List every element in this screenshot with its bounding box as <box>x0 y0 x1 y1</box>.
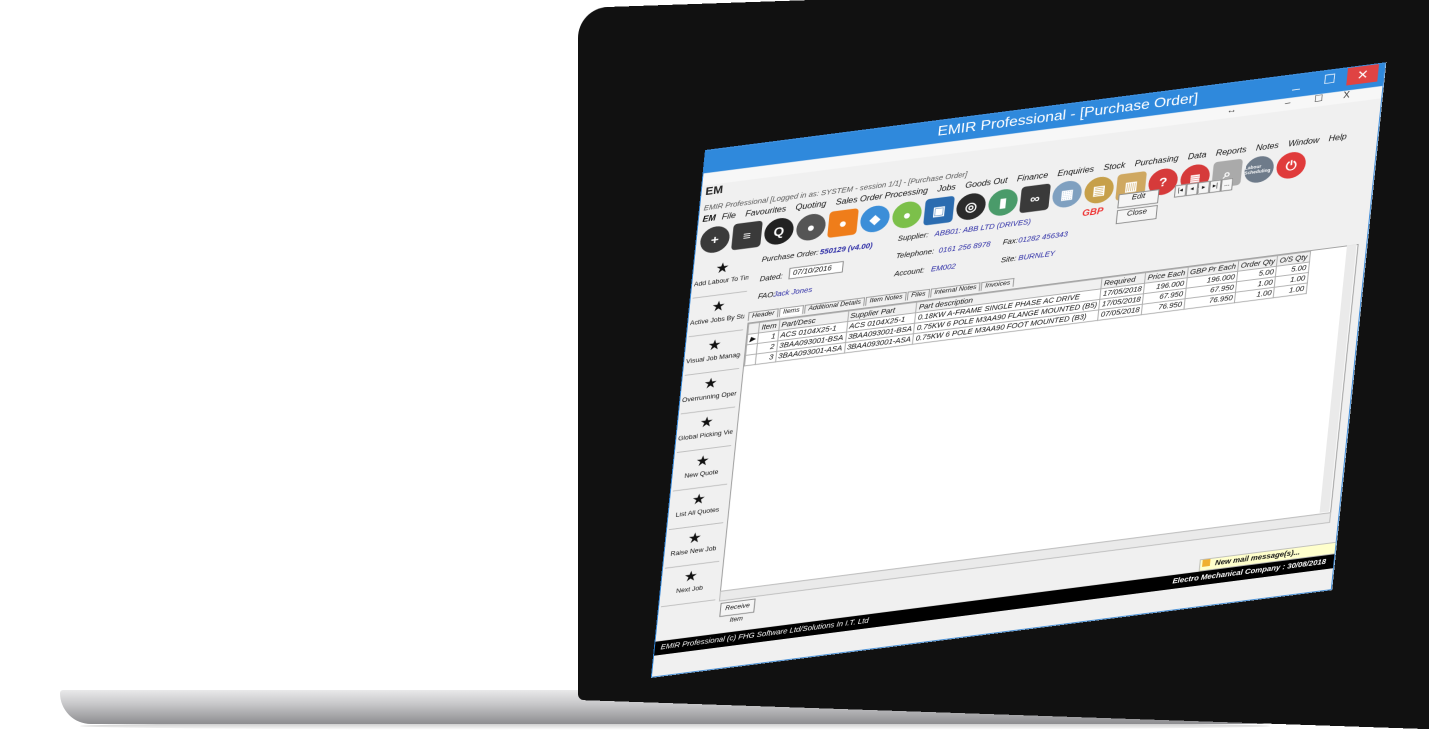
sidebar-item[interactable]: ★ Visual Job Manage... <box>684 332 743 376</box>
dated-label: Dated: <box>759 272 783 284</box>
sidebar-item[interactable]: ★ Active Jobs By Stat... <box>688 294 747 338</box>
menu-data[interactable]: Data <box>1188 150 1207 161</box>
toolbar-icon: ∞ <box>1029 190 1041 206</box>
mdi-restore-button[interactable]: ☐ <box>1314 94 1324 105</box>
purchase-order-label: Purchase Order: <box>761 248 820 264</box>
sidebar-item[interactable]: ★ Overrunning Operati... <box>680 371 739 415</box>
sidebar-item[interactable]: ★ List All Quotes <box>668 487 727 531</box>
toolbar-icon: ▮ <box>998 194 1008 210</box>
menu-enquiries[interactable]: Enquiries <box>1057 165 1094 178</box>
toolbar-button[interactable]: ≡ <box>731 220 763 251</box>
toolbar-button[interactable]: ▦ <box>1051 179 1083 210</box>
menu-window[interactable]: Window <box>1288 136 1320 149</box>
toolbar-icon: ≡ <box>742 227 752 243</box>
labour-scheduling-label: Labour Scheduling <box>1244 163 1271 177</box>
toolbar-button[interactable]: ▤ <box>1083 175 1115 206</box>
toolbar-button[interactable]: ◆ <box>859 203 891 234</box>
toolbar-button[interactable]: Q <box>763 216 795 247</box>
minimize-button[interactable]: _ <box>1280 73 1313 95</box>
menu-file[interactable]: File <box>721 211 736 222</box>
more-button[interactable]: ... <box>1220 177 1234 192</box>
toolbar-icon: ▣ <box>931 202 947 219</box>
menu-finance[interactable]: Finance <box>1017 171 1049 184</box>
purchase-order-value: 550129 (v4.00) <box>819 241 873 257</box>
app-menu-icon[interactable]: EM <box>702 213 716 223</box>
table-cell[interactable]: 3 <box>755 351 777 365</box>
menu-quoting[interactable]: Quoting <box>795 199 826 212</box>
fax-value: 01282 456343 <box>1017 230 1069 245</box>
menu-help[interactable]: Help <box>1328 132 1347 143</box>
menu-reports[interactable]: Reports <box>1215 145 1246 158</box>
menu-jobs[interactable]: Jobs <box>937 182 956 193</box>
sidebar-item[interactable]: ★ Next Job <box>660 564 719 608</box>
toolbar-button[interactable]: ▮ <box>987 187 1019 218</box>
currency-badge: GBP <box>1081 206 1104 220</box>
toolbar-icon: ◎ <box>964 198 978 214</box>
toolbar-button[interactable]: ● <box>891 199 923 230</box>
items-grid: Item Part/Desc Supplier Part Part descripti… <box>719 243 1359 592</box>
site-value: BURNLEY <box>1017 249 1056 262</box>
account-value: EM002 <box>930 262 957 274</box>
telephone-label: Telephone: <box>895 247 935 261</box>
fax-label: Fax: <box>1002 236 1019 247</box>
toolbar-icon: ⏻ <box>1285 157 1298 173</box>
site-label: Site: <box>1000 254 1017 265</box>
toolbar-icon: ● <box>838 215 848 231</box>
menu-goods-out[interactable]: Goods Out <box>965 176 1008 190</box>
toolbar-icon: + <box>710 232 720 248</box>
toolbar-button[interactable]: ▣ <box>923 195 955 226</box>
receive-item-button[interactable]: Receive Item <box>719 598 756 624</box>
toolbar-icon: Q <box>772 223 785 239</box>
sidebar-item[interactable]: ★ Raise New Job <box>664 525 723 569</box>
sidebar-item[interactable]: ★ Add Labour To Tim... <box>692 255 751 299</box>
toolbar-button[interactable]: ∞ <box>1019 183 1051 214</box>
sidebar-item[interactable]: ★ Global Picking View <box>676 410 735 453</box>
sidebar-item[interactable]: ★ New Quote <box>672 448 731 492</box>
menu-stock[interactable]: Stock <box>1103 161 1126 173</box>
toolbar-icon: ◆ <box>869 210 881 227</box>
toolbar-icon: ? <box>1158 174 1168 190</box>
toolbar-button[interactable]: ◎ <box>955 191 987 222</box>
toolbar-icon: ▦ <box>1059 185 1075 202</box>
toolbar-icon: ● <box>806 219 816 235</box>
mail-icon <box>1202 558 1211 567</box>
toolbar-button[interactable]: + <box>699 224 731 255</box>
close-button[interactable]: ✕ <box>1346 64 1380 86</box>
toolbar-button[interactable]: ● <box>827 208 859 239</box>
mdi-close-button[interactable]: X <box>1343 90 1350 100</box>
dated-field[interactable]: 07/10/2016 <box>788 261 844 280</box>
maximize-button[interactable]: ☐ <box>1313 68 1346 90</box>
telephone-value: 0161 256 8978 <box>938 240 991 255</box>
toolbar-button[interactable]: Labour Scheduling <box>1243 154 1276 185</box>
menu-favourites[interactable]: Favourites <box>745 204 787 218</box>
toolbar-button[interactable]: ● <box>795 212 827 243</box>
toolbar-icon: ● <box>902 207 912 223</box>
fao-value: Jack Jones <box>773 285 813 299</box>
resize-icon[interactable]: ↔ <box>1226 105 1237 116</box>
mdi-minimize-button[interactable]: – <box>1285 98 1291 108</box>
toolbar-icon: ▤ <box>1091 181 1107 198</box>
toolbar-button[interactable]: ⏻ <box>1275 150 1308 181</box>
menu-notes[interactable]: Notes <box>1256 141 1280 153</box>
account-label: Account: <box>893 266 925 278</box>
app-window: EMIR Professional - [Purchase Order] _ ☐… <box>650 62 1386 678</box>
menu-purchasing[interactable]: Purchasing <box>1134 154 1179 168</box>
